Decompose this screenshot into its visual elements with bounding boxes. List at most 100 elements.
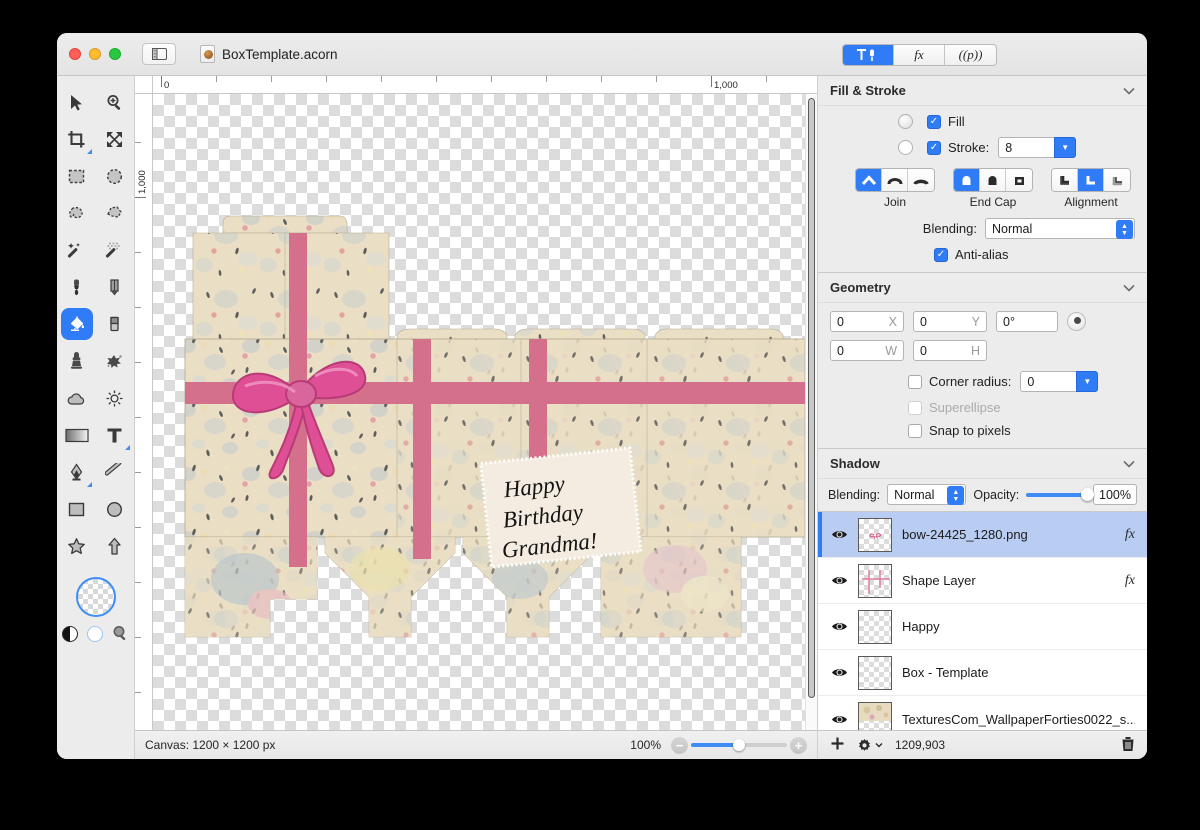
magnifier-icon[interactable] (112, 625, 129, 642)
fill-checkbox[interactable]: ✓ (927, 114, 941, 129)
delete-layer-button[interactable] (1121, 736, 1135, 755)
geometry-h-input[interactable]: 0 H (913, 340, 987, 361)
tab-tools[interactable] (843, 45, 894, 65)
stroke-color-radio[interactable] (898, 140, 913, 155)
layer-visibility-toggle[interactable] (830, 529, 848, 540)
chevron-down-icon[interactable] (1123, 284, 1135, 292)
fill-stroke-header[interactable]: Fill & Stroke (818, 76, 1147, 106)
end-cap-square-button[interactable] (1006, 169, 1032, 191)
star-tool[interactable] (58, 528, 96, 565)
join-miter-button[interactable] (856, 169, 882, 191)
layer-row-shape[interactable]: Shape Layer fx (818, 558, 1147, 604)
canvas-vertical-scrollbar[interactable] (805, 94, 817, 730)
corner-radius-checkbox[interactable]: ✓ (908, 374, 922, 389)
magic-wand-tool[interactable] (58, 232, 96, 269)
elliptical-select-tool[interactable] (96, 158, 134, 195)
layers-list[interactable]: bow-24425_1280.png fx Shape Layer fx Hap… (818, 512, 1147, 730)
gradient-tool[interactable] (58, 417, 96, 454)
vertical-ruler[interactable]: 1,000 (135, 94, 153, 730)
blur-tool[interactable] (58, 380, 96, 417)
lasso-tool[interactable] (58, 195, 96, 232)
layer-fx-badge[interactable]: fx (1125, 573, 1135, 589)
join-bevel-button[interactable] (908, 169, 934, 191)
zoom-slider[interactable]: − + (671, 736, 807, 754)
layer-settings-button[interactable] (857, 738, 883, 753)
select-similar-tool[interactable] (96, 232, 134, 269)
geometry-header[interactable]: Geometry (818, 273, 1147, 303)
close-button[interactable] (69, 48, 81, 60)
minimize-button[interactable] (89, 48, 101, 60)
end-cap-round-button[interactable] (980, 169, 1006, 191)
layer-row-happy[interactable]: Happy (818, 604, 1147, 650)
canvas-scroll-view[interactable]: Happy Birthday Grandma! (153, 94, 817, 730)
artwork-box-template[interactable]: Happy Birthday Grandma! (175, 204, 815, 644)
dodge-burn-tool[interactable] (96, 380, 134, 417)
layer-fx-badge[interactable]: fx (1125, 527, 1135, 543)
geometry-x-input[interactable]: 0 X (830, 311, 904, 332)
zoom-button[interactable] (109, 48, 121, 60)
crop-tool[interactable] (58, 121, 96, 158)
transform-tool[interactable] (96, 121, 134, 158)
rectangular-select-tool[interactable] (58, 158, 96, 195)
alignment-center-button[interactable] (1078, 169, 1104, 191)
geometry-y-input[interactable]: 0 Y (913, 311, 987, 332)
arrow-shape-tool[interactable] (96, 528, 134, 565)
stroke-width-menu-button[interactable]: ▼ (1054, 137, 1077, 158)
layer-visibility-toggle[interactable] (830, 667, 848, 678)
alignment-inside-button[interactable] (1052, 169, 1078, 191)
smudge-tool[interactable] (96, 343, 134, 380)
move-tool[interactable] (58, 84, 96, 121)
shadow-opacity-slider[interactable] (1026, 488, 1095, 501)
snap-to-pixels-checkbox[interactable]: ✓ (908, 423, 922, 438)
zoom-out-icon[interactable]: − (671, 736, 688, 754)
shadow-blending-popup[interactable]: Normal ▲ ▼ (887, 484, 967, 505)
alignment-outside-button[interactable] (1104, 169, 1130, 191)
pencil-tool[interactable] (96, 269, 134, 306)
layer-row-texture[interactable]: TexturesCom_WallpaperForties0022_s... (818, 696, 1147, 730)
polygon-lasso-tool[interactable] (96, 195, 134, 232)
layer-row-box-template[interactable]: Box - Template (818, 650, 1147, 696)
chevron-down-icon[interactable] (1123, 87, 1135, 95)
geometry-rotation-input[interactable]: 0° (996, 311, 1058, 332)
zoom-knob[interactable] (733, 739, 745, 751)
shadow-opacity-input[interactable]: 100% (1093, 484, 1137, 505)
scrollbar-thumb[interactable] (808, 98, 815, 698)
paint-bucket-tool[interactable] (58, 306, 96, 343)
line-tool[interactable] (96, 454, 134, 491)
brush-tool[interactable] (58, 269, 96, 306)
layer-visibility-toggle[interactable] (830, 621, 848, 632)
transparent-color-well[interactable] (75, 577, 116, 617)
stroke-width-input[interactable]: 8 (998, 137, 1055, 158)
layer-visibility-toggle[interactable] (830, 575, 848, 586)
text-tool[interactable] (96, 417, 134, 454)
corner-radius-input[interactable]: 0 (1020, 371, 1077, 392)
layer-visibility-toggle[interactable] (830, 714, 848, 725)
sidebar-toggle-button[interactable] (142, 43, 176, 65)
clone-stamp-tool[interactable] (58, 343, 96, 380)
layer-row-bow[interactable]: bow-24425_1280.png fx (818, 512, 1147, 558)
zoom-in-icon[interactable]: + (790, 736, 807, 754)
tab-filters[interactable]: fx (894, 45, 945, 65)
geometry-w-input[interactable]: 0 W (830, 340, 904, 361)
zoom-tool[interactable] (96, 84, 134, 121)
chevron-down-icon[interactable] (1123, 460, 1135, 468)
horizontal-ruler[interactable]: 0 1,000 (153, 76, 817, 94)
bezier-pen-tool[interactable] (58, 454, 96, 491)
join-round-button[interactable] (882, 169, 908, 191)
corner-radius-menu-button[interactable]: ▼ (1076, 371, 1099, 392)
inspector-mode-switch[interactable]: fx ((p)) (842, 44, 997, 66)
rotation-dial[interactable] (1067, 312, 1086, 331)
zoom-track[interactable] (691, 739, 787, 751)
black-white-colors-icon[interactable] (62, 625, 78, 642)
ellipse-tool[interactable] (96, 491, 134, 528)
shadow-header[interactable]: Shadow (818, 449, 1147, 479)
clear-color-icon[interactable] (87, 625, 103, 642)
blending-popup[interactable]: Normal ▲ ▼ (985, 218, 1135, 239)
stroke-checkbox[interactable]: ✓ (927, 140, 941, 155)
end-cap-butt-button[interactable] (954, 169, 980, 191)
eraser-tool[interactable] (96, 306, 134, 343)
tab-palettes[interactable]: ((p)) (945, 45, 996, 65)
add-layer-button[interactable] (830, 736, 845, 754)
rectangle-tool[interactable] (58, 491, 96, 528)
anti-alias-checkbox[interactable]: ✓ (934, 247, 948, 262)
